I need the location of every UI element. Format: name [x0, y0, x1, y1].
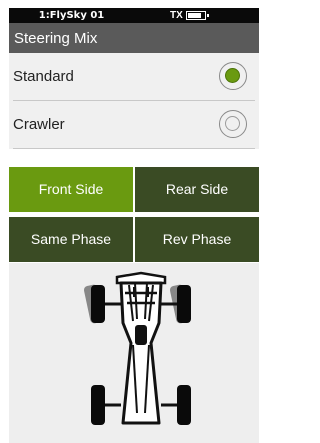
- tx-label: TX: [170, 10, 183, 21]
- screen-title-bar: Steering Mix: [9, 23, 259, 53]
- battery-fill: [188, 13, 201, 18]
- battery-nub: [207, 14, 209, 17]
- tab-rear-side[interactable]: Rear Side: [135, 167, 259, 212]
- option-label: Standard: [13, 68, 74, 85]
- status-bar: 1:FlySky 01 TX: [9, 8, 259, 23]
- model-name: 1:FlySky 01: [38, 10, 105, 21]
- screen-title: Steering Mix: [14, 30, 98, 47]
- steer-phase-tabs: Front Side Rear Side Same Phase Rev Phas…: [9, 167, 259, 262]
- vehicle-diagram: [9, 263, 259, 443]
- radio-selected-icon[interactable]: [219, 62, 247, 90]
- mix-options-list: Standard Crawler: [9, 53, 259, 149]
- crawler-car-topview-icon: [83, 271, 191, 425]
- option-label: Crawler: [13, 116, 65, 133]
- tab-same-phase[interactable]: Same Phase: [9, 217, 133, 262]
- radio-unselected-icon[interactable]: [219, 110, 247, 138]
- option-standard[interactable]: Standard: [13, 53, 255, 101]
- tab-front-side[interactable]: Front Side: [9, 167, 133, 212]
- tab-rev-phase[interactable]: Rev Phase: [135, 217, 259, 262]
- option-crawler[interactable]: Crawler: [13, 101, 255, 149]
- battery-icon: [186, 11, 209, 20]
